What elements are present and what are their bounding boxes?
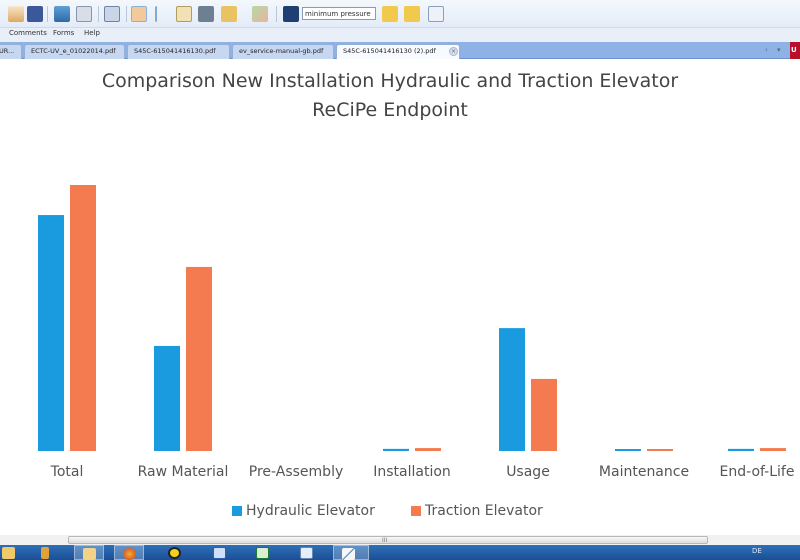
toolbar-separator	[126, 6, 127, 22]
search-input[interactable]	[302, 7, 376, 20]
taskbar-explorer-window[interactable]	[74, 545, 104, 560]
legend-swatch-traction	[411, 506, 421, 516]
category-label-maintenance: Maintenance	[598, 464, 690, 480]
print-preview-icon[interactable]	[76, 6, 92, 22]
menu-comments[interactable]: Comments	[9, 29, 47, 37]
legend-hydraulic: Hydraulic Elevator	[232, 503, 375, 519]
taskbar-notepad[interactable]	[292, 545, 322, 560]
taskbar-sync[interactable]	[160, 545, 190, 560]
find-prev-icon[interactable]	[382, 6, 398, 22]
horizontal-scrollbar[interactable]: III	[0, 535, 800, 545]
chart-subtitle: ReCiPe Endpoint	[312, 99, 468, 121]
sync-icon	[168, 547, 181, 559]
toolbar	[0, 0, 800, 28]
category-label-pre-assembly: Pre-Assembly	[248, 464, 344, 480]
taskbar-pdf-editor[interactable]	[333, 545, 369, 560]
camera-icon[interactable]	[198, 6, 214, 22]
menu-bar: Comments Forms Help	[0, 28, 800, 42]
find-icon[interactable]	[283, 6, 299, 22]
folder-window-icon	[83, 548, 96, 560]
explorer-icon	[2, 547, 15, 559]
taskbar-folder[interactable]	[30, 545, 60, 560]
taskbar	[0, 545, 800, 560]
category-label-raw-material: Raw Material	[137, 464, 229, 480]
tab-document-5-active[interactable]: S45C-615041416130 (2).pdf	[336, 44, 460, 59]
category-label-end-of-life: End-of-Life	[719, 464, 795, 480]
taskbar-word[interactable]	[205, 545, 235, 560]
tab-document-4[interactable]: ev_service-manual-gb.pdf	[232, 44, 334, 59]
chart-title: Comparison New Installation Hydraulic an…	[101, 70, 679, 92]
toolbar-separator	[47, 6, 48, 22]
scrollbar-thumb[interactable]: III	[68, 536, 708, 544]
toolbar-separator	[98, 6, 99, 22]
sign-icon[interactable]	[252, 6, 268, 22]
tab-close-icon[interactable]: ×	[449, 47, 458, 56]
brand-badge: U	[790, 42, 800, 59]
notepad-icon	[300, 547, 313, 559]
save-icon[interactable]	[104, 6, 120, 22]
menu-forms[interactable]: Forms	[53, 29, 74, 37]
firefox-icon	[123, 548, 136, 560]
legend-traction: Traction Elevator	[411, 503, 543, 519]
tab-document-2[interactable]: ECTC-UV_e_01022014.pdf	[24, 44, 125, 59]
find-next-icon[interactable]	[404, 6, 420, 22]
legend-label-hydraulic: Hydraulic Elevator	[246, 503, 375, 519]
facebook-icon[interactable]	[27, 6, 43, 22]
hand-tool-icon[interactable]	[131, 6, 147, 22]
taskbar-firefox[interactable]	[114, 545, 144, 560]
scrollbar-grip: III	[382, 537, 388, 544]
taskbar-excel[interactable]	[248, 545, 278, 560]
language-indicator[interactable]: DE	[752, 547, 762, 555]
tab-list-dropdown-icon[interactable]: ▾	[777, 46, 781, 54]
email-icon[interactable]	[8, 6, 24, 22]
legend-label-traction: Traction Elevator	[425, 503, 543, 519]
tab-scroll-left-icon[interactable]: ‹	[765, 46, 768, 54]
pdf-editor-icon	[342, 548, 355, 560]
category-label-usage: Usage	[506, 464, 550, 480]
toolbar-separator	[276, 6, 277, 22]
export-icon[interactable]	[428, 6, 444, 22]
word-icon	[213, 547, 226, 559]
category-label-installation: Installation	[373, 464, 451, 480]
document-tab-bar: UR... ECTC-UV_e_01022014.pdf S45C-615041…	[0, 42, 800, 59]
monitor-icon[interactable]	[54, 6, 70, 22]
menu-help[interactable]: Help	[84, 29, 100, 37]
snapshot-icon[interactable]	[176, 6, 192, 22]
select-tool-icon[interactable]	[155, 6, 171, 22]
folder-icon	[41, 547, 49, 559]
stamp-icon[interactable]	[221, 6, 237, 22]
tab-document-1[interactable]: UR...	[0, 44, 22, 59]
taskbar-explorer[interactable]	[0, 545, 24, 560]
tab-document-3[interactable]: S45C-615041416130.pdf	[127, 44, 230, 59]
excel-icon	[256, 547, 269, 559]
legend-swatch-hydraulic	[232, 506, 242, 516]
category-label-total: Total	[50, 464, 84, 480]
